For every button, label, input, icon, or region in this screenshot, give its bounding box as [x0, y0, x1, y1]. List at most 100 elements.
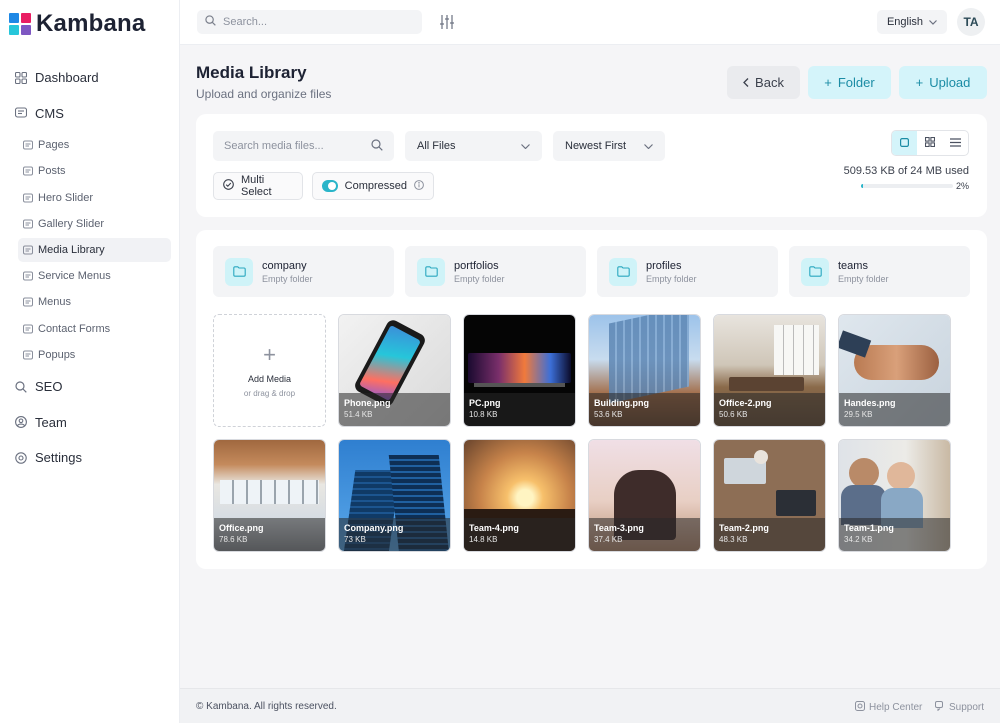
multi-select-button[interactable]: Multi Select: [213, 172, 303, 200]
folder-meta: Empty folder: [838, 273, 889, 284]
tile-caption: Team-1.png 34.2 KB: [839, 518, 950, 551]
media-tile[interactable]: PC.png 10.8 KB: [463, 314, 576, 427]
file-size: 29.5 KB: [844, 410, 873, 419]
support-label: Support: [949, 702, 985, 713]
sidebar-subitem-posts[interactable]: Posts: [18, 159, 171, 183]
file-name: PC.png: [469, 398, 501, 408]
media-search-placeholder: Search media files...: [224, 140, 324, 152]
folder-meta: Empty folder: [262, 273, 313, 284]
global-search[interactable]: [197, 10, 422, 34]
folder-name: profiles: [646, 259, 682, 272]
sidebar-subitem-pages[interactable]: Pages: [18, 133, 171, 157]
sidebar-subitem-service-menus[interactable]: Service Menus: [18, 264, 171, 288]
sidebar-subitem-label: Service Menus: [38, 270, 111, 283]
page-icon: [23, 297, 33, 307]
folder-icon: [609, 257, 637, 286]
page-icon: [23, 324, 33, 334]
global-search-input[interactable]: [223, 16, 403, 28]
media-tile[interactable]: Handes.png 29.5 KB: [838, 314, 951, 427]
sidebar-subitem-label: Pages: [38, 139, 70, 152]
media-tile[interactable]: Company.png 73 KB: [338, 439, 451, 552]
add-folder-button[interactable]: + Folder: [808, 66, 891, 99]
chevron-down-icon: [644, 140, 653, 152]
sidebar-item-cms[interactable]: CMS: [0, 96, 180, 132]
file-size: 51.4 KB: [344, 410, 373, 419]
sidebar-subitem-hero-slider[interactable]: Hero Slider: [18, 186, 171, 210]
file-name: Phone.png: [344, 398, 391, 408]
sliders-icon[interactable]: [440, 14, 454, 30]
file-size: 34.2 KB: [844, 535, 873, 544]
media-tile[interactable]: Team-4.png 14.8 KB: [463, 439, 576, 552]
sidebar-subitem-media-library[interactable]: Media Library: [18, 237, 171, 262]
support-link[interactable]: Support: [935, 701, 984, 714]
file-size: 14.8 KB: [469, 535, 498, 544]
compressed-toggle[interactable]: Compressed: [312, 172, 434, 200]
folder-item[interactable]: profiles Empty folder: [597, 246, 778, 297]
file-name: Handes.png: [844, 398, 896, 408]
upload-button[interactable]: + Upload: [899, 66, 987, 99]
tile-caption: PC.png 10.8 KB: [464, 393, 575, 426]
logo-mark-icon: [9, 13, 31, 35]
file-size: 10.8 KB: [469, 410, 498, 419]
view-list-button[interactable]: [943, 131, 968, 155]
sidebar-subitem-label: Media Library: [38, 243, 105, 256]
sidebar-item-seo[interactable]: SEO: [0, 369, 180, 405]
toggle-switch[interactable]: [322, 180, 338, 192]
plus-icon: +: [824, 75, 832, 90]
folder-meta: Empty folder: [454, 273, 505, 284]
upload-label: Upload: [929, 75, 971, 90]
media-tile[interactable]: Team-3.png 37.4 KB: [588, 439, 701, 552]
media-tile[interactable]: Office-2.png 50.6 KB: [713, 314, 826, 427]
chat-icon: [935, 701, 945, 714]
list-icon: [949, 134, 961, 152]
view-grid-button[interactable]: [917, 131, 942, 155]
page-icon: [23, 166, 33, 176]
gear-icon: [15, 451, 27, 464]
folder-meta: Empty folder: [646, 273, 697, 284]
sidebar-subitem-label: Popups: [38, 348, 76, 361]
help-center-label: Help Center: [869, 702, 923, 713]
sidebar-subitem-gallery-slider[interactable]: Gallery Slider: [18, 212, 171, 236]
help-center-link[interactable]: Help Center: [855, 701, 922, 714]
media-tile[interactable]: Phone.png 51.4 KB: [338, 314, 451, 427]
sidebar-subitem-menus[interactable]: Menus: [18, 290, 171, 314]
square-icon: [900, 134, 910, 152]
chevron-left-icon: [743, 75, 749, 90]
sidebar-item-label: CMS: [35, 105, 64, 121]
folder-item[interactable]: company Empty folder: [213, 246, 394, 297]
brand-logo[interactable]: Kambana: [9, 10, 145, 38]
media-tile[interactable]: Team-2.png 48.3 KB: [713, 439, 826, 552]
sidebar-subitem-label: Menus: [38, 296, 72, 309]
avatar[interactable]: TA: [957, 8, 985, 36]
plus-icon: +: [915, 75, 924, 90]
sidebar-subitem-popups[interactable]: Popups: [18, 343, 171, 367]
tile-caption: Office.png 78.6 KB: [214, 518, 325, 551]
cms-icon: [15, 107, 27, 119]
back-button-label: Back: [755, 75, 784, 90]
folder-name: portfolios: [454, 259, 499, 272]
sidebar-item-settings[interactable]: Settings: [0, 440, 180, 476]
sort-select[interactable]: Newest First: [553, 131, 665, 161]
language-select[interactable]: English: [877, 10, 947, 34]
media-search-field[interactable]: Search media files...: [213, 131, 394, 161]
add-media-dropzone[interactable]: + Add Media or drag & drop: [213, 314, 326, 427]
tile-caption: Office-2.png 50.6 KB: [714, 393, 825, 426]
media-tile[interactable]: Team-1.png 34.2 KB: [838, 439, 951, 552]
folder-item[interactable]: portfolios Empty folder: [405, 246, 586, 297]
view-square-button[interactable]: [892, 131, 918, 155]
page-icon: [23, 271, 33, 281]
tile-caption: Team-4.png 14.8 KB: [464, 518, 575, 551]
storage-progress-bar: [861, 184, 953, 188]
media-tile[interactable]: Office.png 78.6 KB: [213, 439, 326, 552]
file-type-select[interactable]: All Files: [405, 131, 542, 161]
sidebar-item-dashboard[interactable]: Dashboard: [0, 60, 180, 96]
sidebar-item-team[interactable]: Team: [0, 404, 180, 440]
info-icon[interactable]: [414, 179, 424, 193]
search-icon: [15, 381, 27, 393]
folder-item[interactable]: teams Empty folder: [789, 246, 970, 297]
search-icon: [371, 138, 383, 154]
media-tile[interactable]: Building.png 53.6 KB: [588, 314, 701, 427]
sidebar-subitem-contact-forms[interactable]: Contact Forms: [18, 317, 171, 341]
back-button[interactable]: Back: [727, 66, 800, 99]
file-size: 53.6 KB: [594, 410, 623, 419]
